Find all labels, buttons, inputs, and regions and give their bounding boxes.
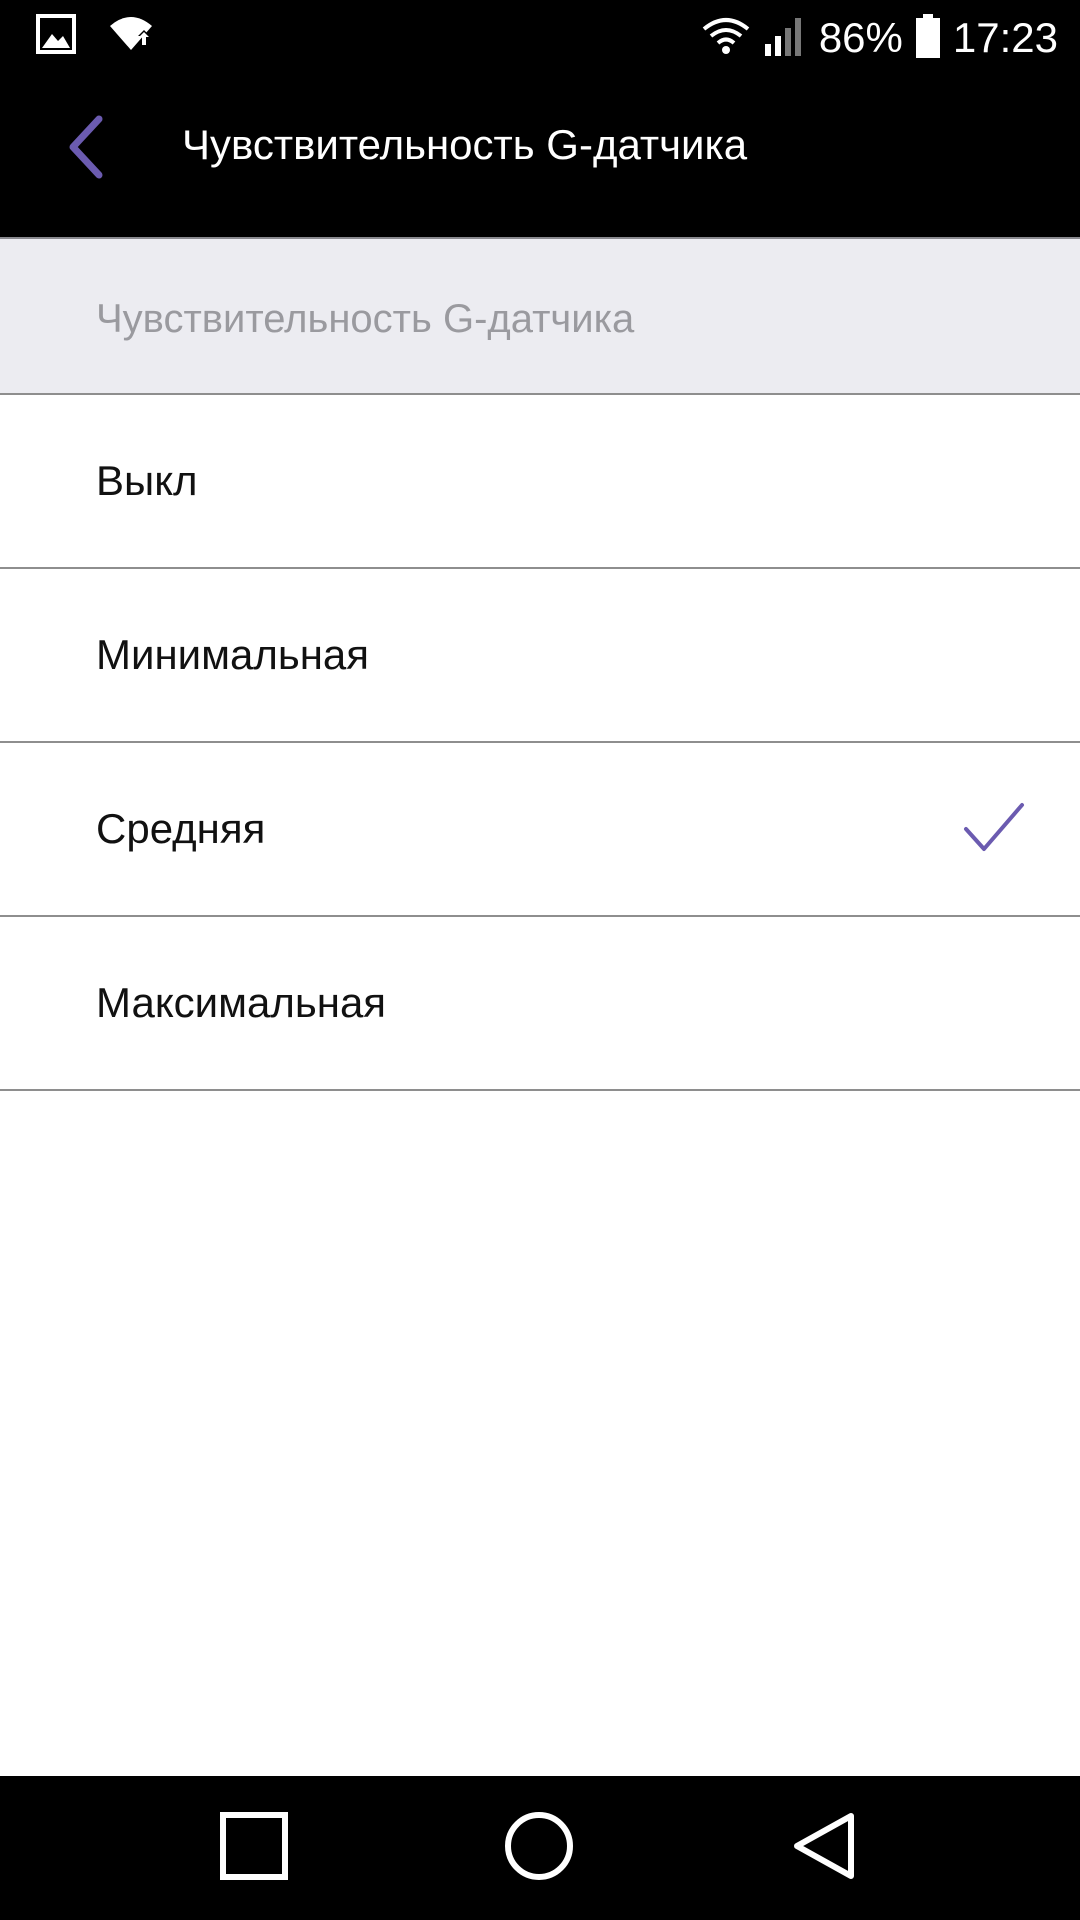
option-medium[interactable]: Средняя: [0, 743, 1080, 917]
recents-button[interactable]: [212, 1806, 296, 1890]
app-bar: Чувствительность G-датчика: [0, 75, 1080, 237]
gallery-icon: [36, 14, 76, 59]
section-header-label: Чувствительность G-датчика: [96, 297, 635, 341]
checkmark-icon: [962, 801, 1026, 857]
status-bar: 86% 17:23: [0, 0, 1080, 75]
back-button[interactable]: [50, 109, 120, 189]
option-minimum[interactable]: Минимальная: [0, 569, 1080, 743]
home-circle-icon: [503, 1810, 575, 1887]
option-maximum[interactable]: Максимальная: [0, 917, 1080, 1091]
nav-bar: [0, 1776, 1080, 1920]
wifi-upload-icon: [108, 14, 154, 59]
screen: 86% 17:23 Чувствительность G-датчика Чув…: [0, 0, 1080, 1920]
status-right-icons: 86% 17:23: [701, 10, 1058, 66]
wifi-icon: [701, 16, 751, 61]
nav-back-button[interactable]: [782, 1806, 866, 1890]
options-list: Выкл Минимальная Средняя Максимальная: [0, 395, 1080, 1091]
page-title: Чувствительность G-датчика: [182, 121, 748, 168]
clock: 17:23: [952, 14, 1058, 61]
option-label: Максимальная: [96, 979, 387, 1026]
battery-percent: 86%: [818, 14, 903, 61]
option-label: Средняя: [96, 805, 266, 852]
back-triangle-icon: [789, 1810, 859, 1887]
option-label: Выкл: [96, 457, 198, 504]
section-header: Чувствительность G-датчика: [0, 239, 1080, 395]
option-off[interactable]: Выкл: [0, 395, 1080, 569]
option-label: Минимальная: [96, 631, 370, 678]
status-left-icons: [36, 14, 154, 59]
recents-square-icon: [219, 1811, 289, 1886]
signal-icon: [763, 14, 807, 63]
chevron-left-icon: [65, 115, 105, 184]
home-button[interactable]: [497, 1806, 581, 1890]
battery-icon: [915, 13, 941, 63]
